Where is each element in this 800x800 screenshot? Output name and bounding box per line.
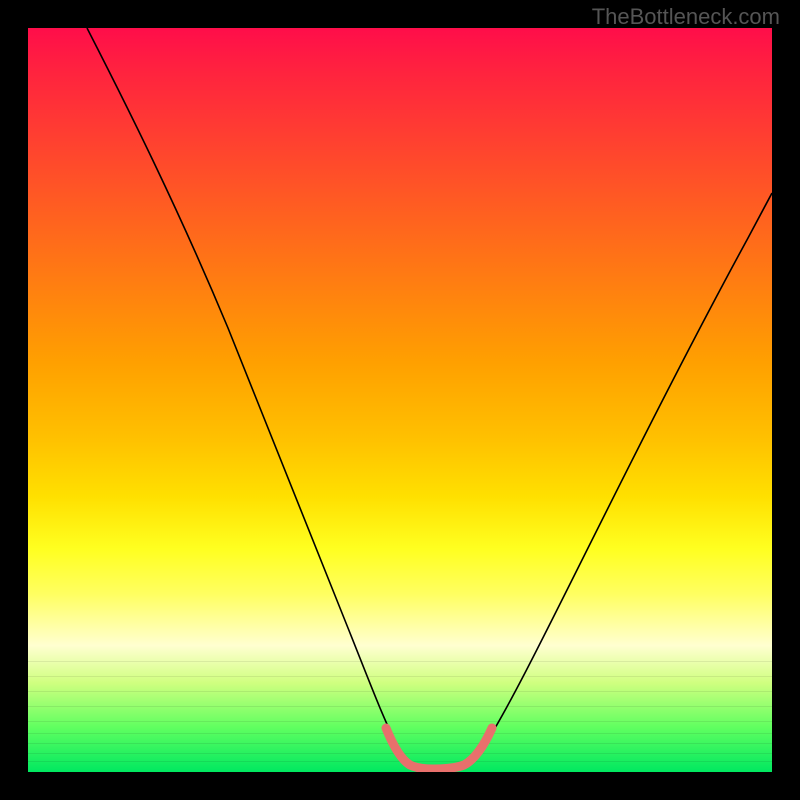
watermark-text: TheBottleneck.com <box>592 4 780 30</box>
highlight-segment-path <box>386 728 492 769</box>
main-curve-path <box>87 28 772 768</box>
chart-svg <box>28 28 772 772</box>
plot-area <box>28 28 772 772</box>
